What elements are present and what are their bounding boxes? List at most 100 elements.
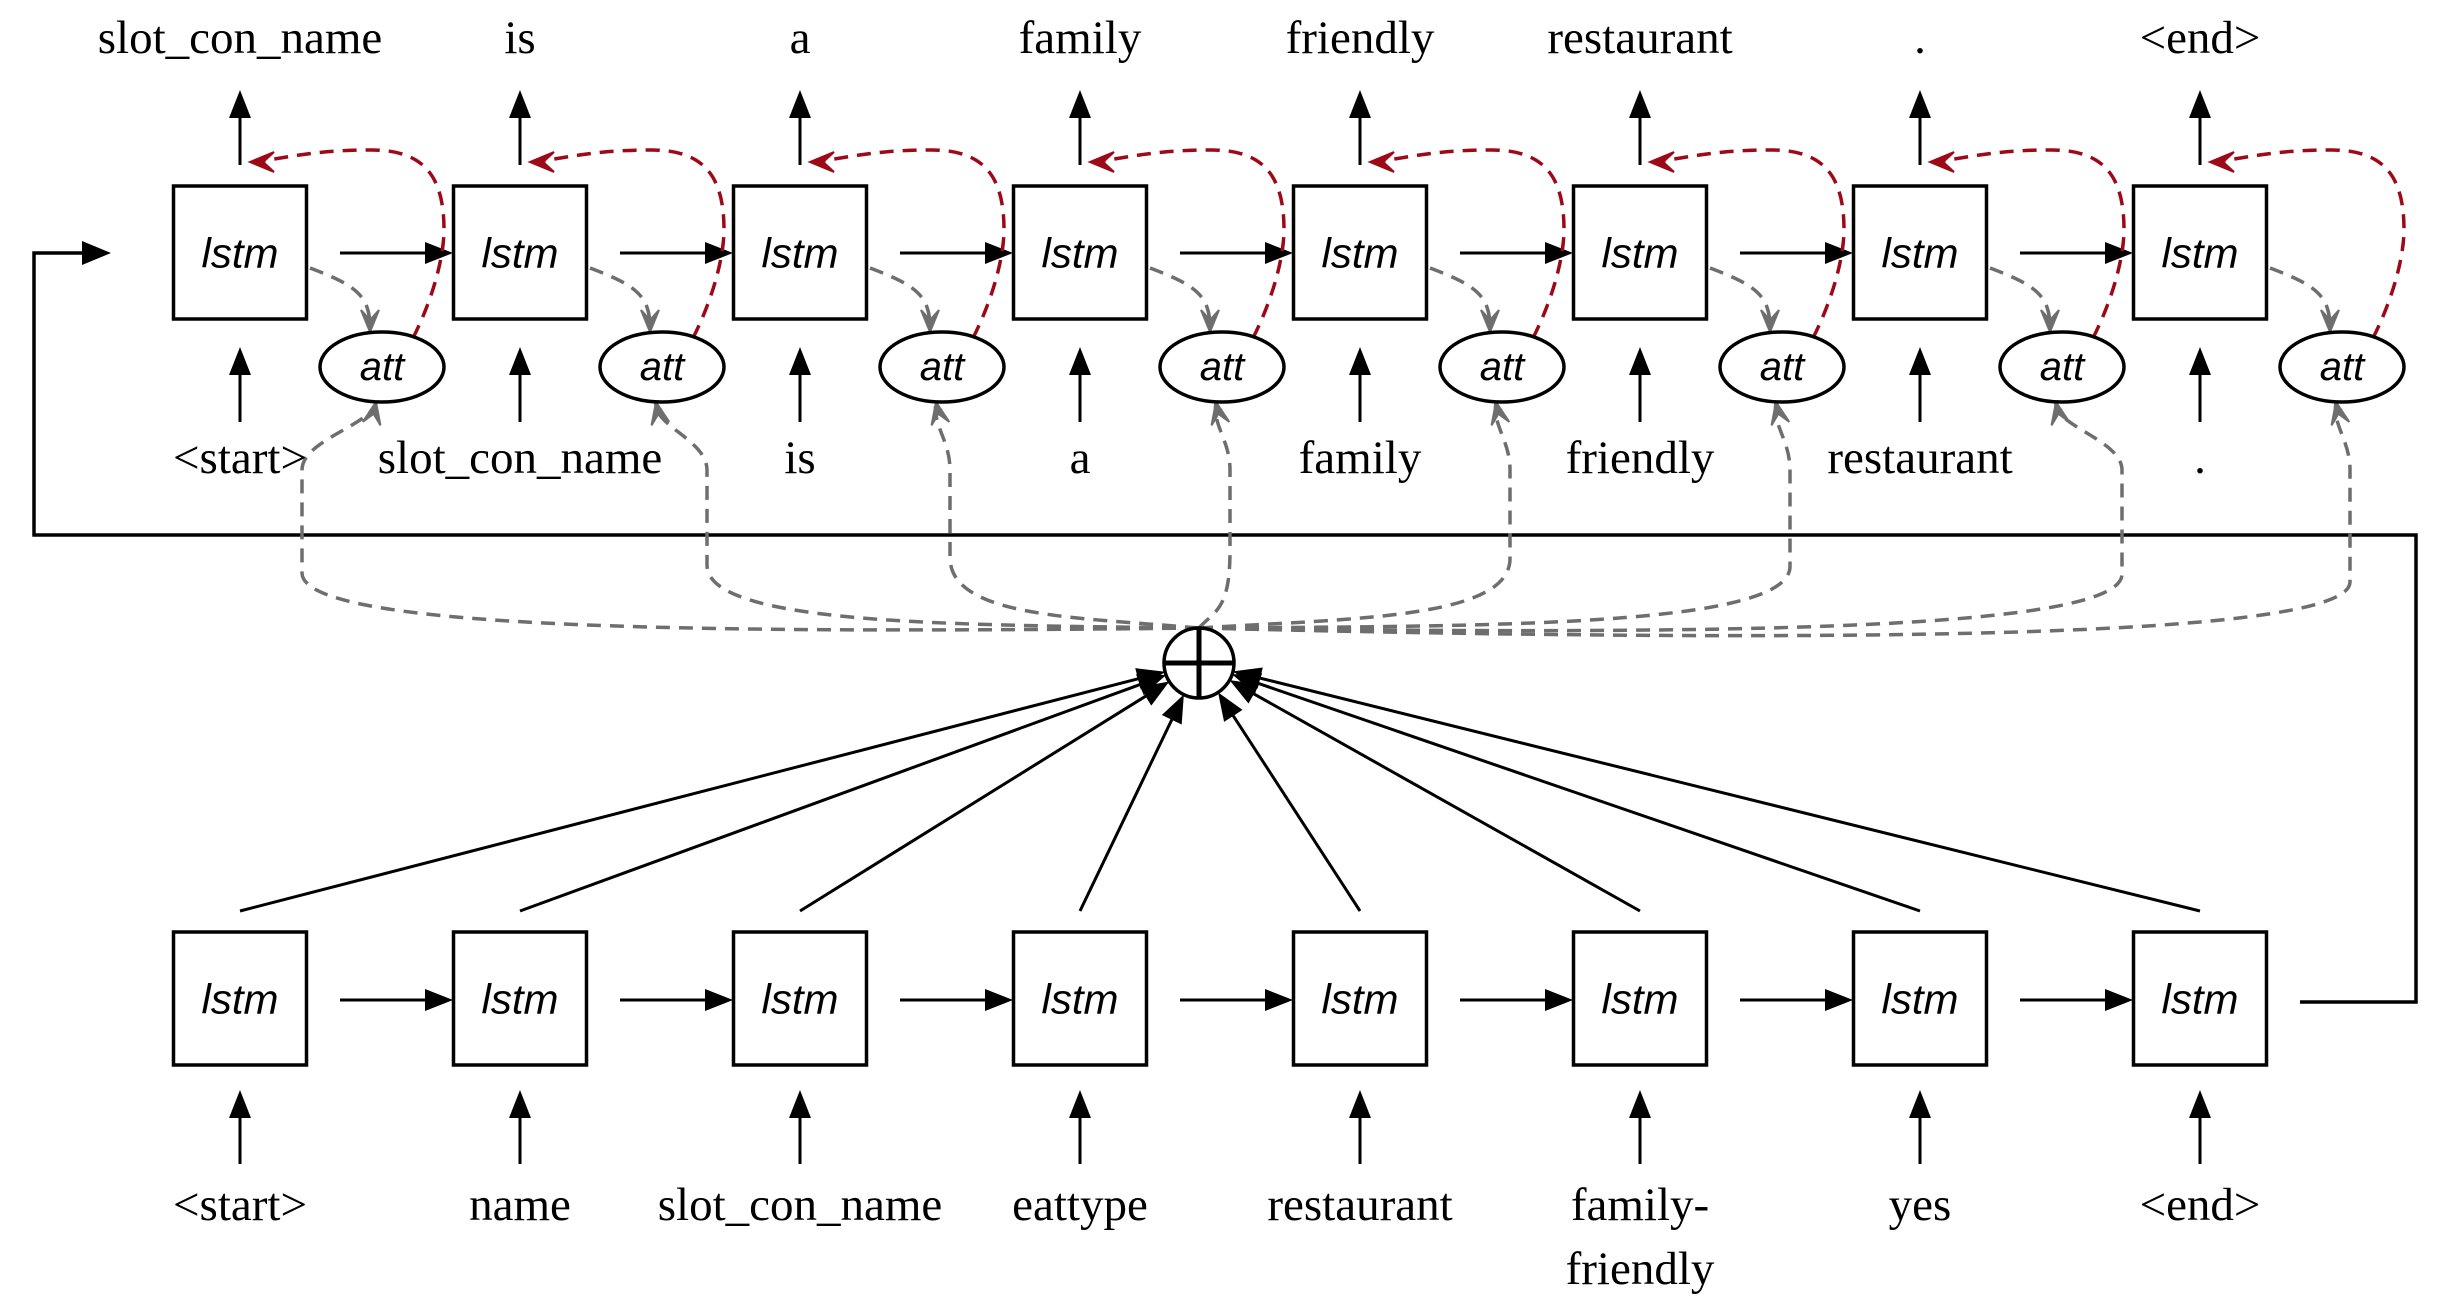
decoder-lstm-label: lstm — [1602, 230, 1679, 277]
encoder-input-arrow — [789, 1090, 811, 1164]
decoder-input-word: family — [1299, 432, 1422, 484]
decoder-output-arrow — [789, 90, 811, 165]
encoder-step: lstm <start> — [171, 930, 453, 1231]
decoder-output-word: family — [1019, 12, 1142, 64]
state-to-attention-arrow — [1989, 266, 2052, 329]
encoder-recurrent-arrow-arrowhead-icon — [1825, 989, 1853, 1011]
encoder-to-sum-arrow-arrowhead-icon — [1161, 694, 1184, 725]
encoder-input-word: yes — [1889, 1179, 1952, 1231]
decoder-recurrent-arrow — [1460, 242, 1573, 264]
decoder-output-arrow — [1909, 90, 1931, 165]
attention-to-output-arrowhead-icon — [527, 151, 555, 173]
decoder-output-arrow-arrowhead-icon — [2189, 90, 2211, 118]
encoder-recurrent-arrow — [900, 989, 1013, 1011]
encoder-to-sum-arrow — [799, 681, 1170, 913]
attention-to-output-arrowhead-icon — [1087, 151, 1115, 173]
attention-label: att — [920, 345, 966, 389]
decoder-recurrent-arrow — [1740, 242, 1853, 264]
decoder-input-arrow — [789, 347, 811, 422]
decoder-lstm-label: lstm — [2162, 230, 2239, 277]
encoder-input-word: name — [469, 1179, 571, 1231]
encoder-to-sum-lines — [239, 667, 2201, 913]
encoder-step: lstm yes — [1851, 930, 2133, 1231]
encoder-input-arrow — [1909, 1090, 1931, 1164]
encoder-recurrent-arrow-arrowhead-icon — [985, 989, 1013, 1011]
decoder-output-word: is — [504, 12, 535, 64]
encoder-recurrent-arrow — [620, 989, 733, 1011]
encoder-context-to-attention-arrow — [1197, 401, 1232, 630]
decoder-input-arrow — [1069, 347, 1091, 422]
encoder-lstm-label: lstm — [2162, 976, 2239, 1023]
decoder-output-word: slot_con_name — [98, 12, 383, 64]
decoder-recurrent-arrow — [340, 242, 453, 264]
encoder-input-arrow-arrowhead-icon — [1909, 1090, 1931, 1118]
encoder-lstm-label: lstm — [482, 976, 559, 1023]
encoder-input-arrow — [1069, 1090, 1091, 1164]
encoder-input-word: <start> — [173, 1179, 307, 1231]
attention-to-output-arrowhead-icon — [2207, 151, 2235, 173]
encoder-lstm-label: lstm — [762, 976, 839, 1023]
encoder-context-to-attention-arrow — [654, 401, 1200, 630]
decoder-step: restaurant lstm friendly att — [1547, 12, 1853, 484]
decoder-input-arrow — [1629, 347, 1651, 422]
decoder-output-arrow-arrowhead-icon — [1629, 90, 1651, 118]
encoder-recurrent-arrow-arrowhead-icon — [2105, 989, 2133, 1011]
decoder-output-arrow-arrowhead-icon — [789, 90, 811, 118]
encoder-step: lstm family-friendly — [1566, 930, 1853, 1295]
attention-to-output-arrowhead-icon — [1367, 151, 1395, 173]
encoder-context-arrowhead-icon — [930, 399, 951, 426]
encoder-input-arrow — [229, 1090, 251, 1164]
state-to-attention-arrow — [309, 266, 372, 329]
state-to-attention-arrow — [869, 266, 932, 329]
attention-label: att — [2320, 345, 2366, 389]
encoder-to-sum-arrow — [239, 668, 1166, 913]
encoder-to-sum-arrow-arrowhead-icon — [1218, 692, 1243, 722]
encoder-input-arrow-arrowhead-icon — [1069, 1090, 1091, 1118]
encoder-to-sum-arrow — [1218, 692, 1362, 912]
diagram-stage: slot_con_name lstm <start> att is lstm slot_co… — [0, 0, 2462, 1310]
decoder-recurrent-arrow — [2020, 242, 2133, 264]
encoder-lstm-label: lstm — [1602, 976, 1679, 1023]
decoder-output-arrow-arrowhead-icon — [509, 90, 531, 118]
encoder-recurrent-arrow — [1180, 989, 1293, 1011]
encoder-input-word: <end> — [2140, 1179, 2261, 1231]
state-to-attention-arrow — [1149, 266, 1212, 329]
decoder-input-arrow-arrowhead-icon — [1069, 347, 1091, 375]
decoder-input-arrow-arrowhead-icon — [1629, 347, 1651, 375]
decoder-input-word: friendly — [1566, 432, 1715, 484]
state-to-attention-arrow — [1709, 266, 1772, 329]
decoder-input-word: a — [1070, 432, 1091, 484]
decoder-output-word: . — [1914, 12, 1926, 64]
decoder-step: <end> lstm. att — [2131, 12, 2406, 484]
encoder-to-sum-arrow-shaft — [1257, 676, 2201, 913]
attention-to-output-arrowhead-icon — [1927, 151, 1955, 173]
decoder-input-arrow — [2189, 347, 2211, 422]
attention-label: att — [640, 345, 686, 389]
decoder-recurrent-arrow — [620, 242, 733, 264]
encoder-input-word: restaurant — [1267, 1179, 1452, 1231]
decoder-lstm-label: lstm — [762, 230, 839, 277]
encoder-input-arrow-arrowhead-icon — [1629, 1090, 1651, 1118]
encoder-row: lstm<start>lstmnamelstmslot_con_namelstm… — [171, 930, 2269, 1295]
decoder-input-arrow-arrowhead-icon — [1909, 347, 1931, 375]
decoder-output-arrow-arrowhead-icon — [1069, 90, 1091, 118]
encoder-step: lstm <end> — [2131, 930, 2269, 1231]
attention-label: att — [360, 345, 406, 389]
state-to-attention-arrow — [2269, 266, 2332, 329]
encoder-to-sum-arrow — [519, 674, 1167, 913]
decoder-input-word: restaurant — [1827, 432, 2012, 484]
encoder-recurrent-arrow-arrowhead-icon — [705, 989, 733, 1011]
decoder-lstm-label: lstm — [202, 230, 279, 277]
decoder-recurrent-arrow — [1180, 242, 1293, 264]
attention-label: att — [1480, 345, 1526, 389]
encoder-context-to-attention-arrow — [933, 401, 1200, 630]
decoder-input-arrow — [229, 347, 251, 422]
encoder-context-arrowhead-icon — [361, 399, 382, 426]
encoder-input-word: family- — [1571, 1179, 1709, 1231]
decoder-output-arrow-arrowhead-icon — [229, 90, 251, 118]
decoder-lstm-label: lstm — [1322, 230, 1399, 277]
decoder-input-arrow-arrowhead-icon — [789, 347, 811, 375]
encoder-input-arrow — [1349, 1090, 1371, 1164]
decoder-input-arrow — [509, 347, 531, 422]
decoder-input-arrow — [1349, 347, 1371, 422]
